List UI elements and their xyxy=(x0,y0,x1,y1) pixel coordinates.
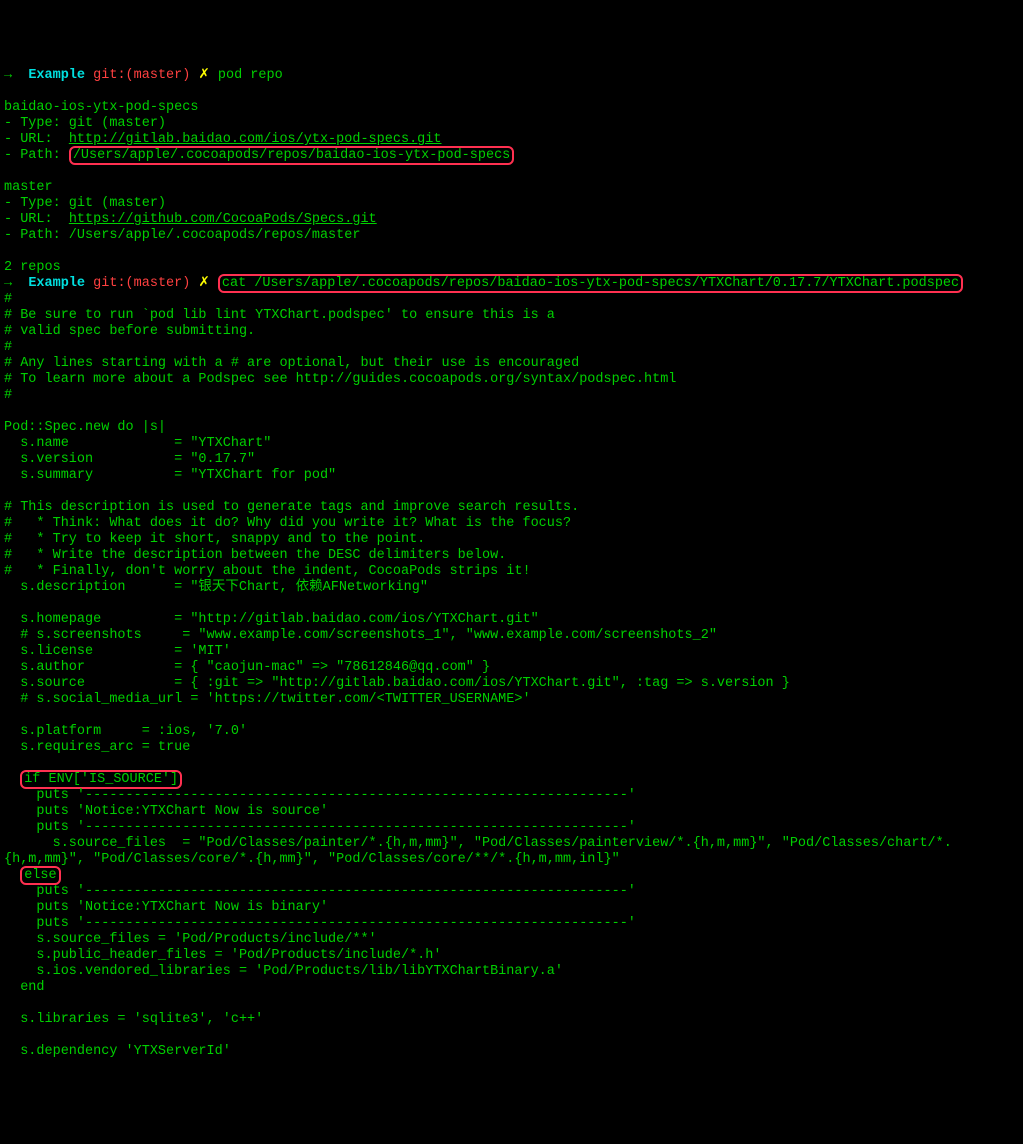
command-text[interactable]: pod repo xyxy=(218,68,283,83)
dirty-mark-icon: ✗ xyxy=(198,276,209,291)
code-line: Pod::Spec.new do |s| xyxy=(4,420,166,435)
code-line: s.author = { "caojun-mac" => "78612846@q… xyxy=(4,660,490,675)
git-close: ) xyxy=(182,68,190,83)
command-highlighted[interactable]: cat /Users/apple/.cocoapods/repos/baidao… xyxy=(218,274,963,293)
cwd: Example xyxy=(28,68,85,83)
code-line: # s.social_media_url = 'https://twitter.… xyxy=(4,692,531,707)
repo-url-label: - URL: xyxy=(4,132,69,147)
code-line: s.dependency 'YTXServerId' xyxy=(4,1044,231,1059)
code-line: puts 'Notice:YTXChart Now is binary' xyxy=(4,900,328,915)
repo-url-label: - URL: xyxy=(4,212,69,227)
code-line: # valid spec before submitting. xyxy=(4,324,255,339)
code-line: # * Write the description between the DE… xyxy=(4,548,506,563)
repo-name: master xyxy=(4,180,53,195)
git-branch: master xyxy=(134,276,183,291)
code-line: # * Finally, don't worry about the inden… xyxy=(4,564,531,579)
code-line: puts '----------------------------------… xyxy=(4,820,636,835)
repo-path: - Path: /Users/apple/.cocoapods/repos/ma… xyxy=(4,228,360,243)
prompt-line-2: → Example git:(master) ✗ cat /Users/appl… xyxy=(4,274,963,293)
repo-url: http://gitlab.baidao.com/ios/ytx-pod-spe… xyxy=(69,132,442,147)
repo-name: baidao-ios-ytx-pod-specs xyxy=(4,100,198,115)
terminal-output: → Example git:(master) ✗ pod repo baidao… xyxy=(4,68,1019,1060)
repo-type: - Type: git (master) xyxy=(4,196,166,211)
code-line: # xyxy=(4,292,12,307)
code-line: # This description is used to generate t… xyxy=(4,500,579,515)
code-line: # Be sure to run `pod lib lint YTXChart.… xyxy=(4,308,555,323)
code-line: # s.screenshots = "www.example.com/scree… xyxy=(4,628,717,643)
code-line: s.homepage = "http://gitlab.baidao.com/i… xyxy=(4,612,539,627)
code-line: s.libraries = 'sqlite3', 'c++' xyxy=(4,1012,263,1027)
code-line: puts '----------------------------------… xyxy=(4,788,636,803)
repo-url: https://github.com/CocoaPods/Specs.git xyxy=(69,212,377,227)
git-branch: master xyxy=(134,68,183,83)
arrow-icon: → xyxy=(4,68,12,83)
code-line: s.license = 'MIT' xyxy=(4,644,231,659)
code-line: s.requires_arc = true xyxy=(4,740,190,755)
code-line: puts '----------------------------------… xyxy=(4,916,636,931)
repo-path-highlighted: /Users/apple/.cocoapods/repos/baidao-ios… xyxy=(69,146,514,165)
git-close: ) xyxy=(182,276,190,291)
code-line: puts '----------------------------------… xyxy=(4,884,636,899)
code-line: # * Try to keep it short, snappy and to … xyxy=(4,532,425,547)
code-line: s.source_files = 'Pod/Products/include/*… xyxy=(4,932,377,947)
else-highlighted: else xyxy=(20,866,60,885)
code-line: # xyxy=(4,340,12,355)
code-line: s.summary = "YTXChart for pod" xyxy=(4,468,336,483)
code-line: # xyxy=(4,388,12,403)
dirty-mark-icon: ✗ xyxy=(198,68,209,83)
code-line: s.public_header_files = 'Pod/Products/in… xyxy=(4,948,441,963)
code-line: # Any lines starting with a # are option… xyxy=(4,356,579,371)
code-line: s.platform = :ios, '7.0' xyxy=(4,724,247,739)
repo-path-label: - Path: xyxy=(4,148,69,163)
code-line: # To learn more about a Podspec see http… xyxy=(4,372,676,387)
code-line: s.ios.vendored_libraries = 'Pod/Products… xyxy=(4,964,563,979)
code-line: puts 'Notice:YTXChart Now is source' xyxy=(4,804,328,819)
code-line: s.source = { :git => "http://gitlab.baid… xyxy=(4,676,790,691)
code-line: s.name = "YTXChart" xyxy=(4,436,271,451)
git-label: git:( xyxy=(93,68,134,83)
repo-type: - Type: git (master) xyxy=(4,116,166,131)
code-line: # * Think: What does it do? Why did you … xyxy=(4,516,571,531)
repo-count: 2 repos xyxy=(4,260,61,275)
code-line: s.description = "银天下Chart, 依赖AFNetworkin… xyxy=(4,580,428,595)
git-label: git:( xyxy=(93,276,134,291)
cwd: Example xyxy=(28,276,85,291)
code-line: s.source_files = "Pod/Classes/painter/*.… xyxy=(4,836,952,867)
arrow-icon: → xyxy=(4,276,12,291)
prompt-line-1: → Example git:(master) ✗ pod repo xyxy=(4,68,283,83)
code-line: s.version = "0.17.7" xyxy=(4,452,255,467)
if-highlighted: if ENV['IS_SOURCE'] xyxy=(20,770,182,789)
